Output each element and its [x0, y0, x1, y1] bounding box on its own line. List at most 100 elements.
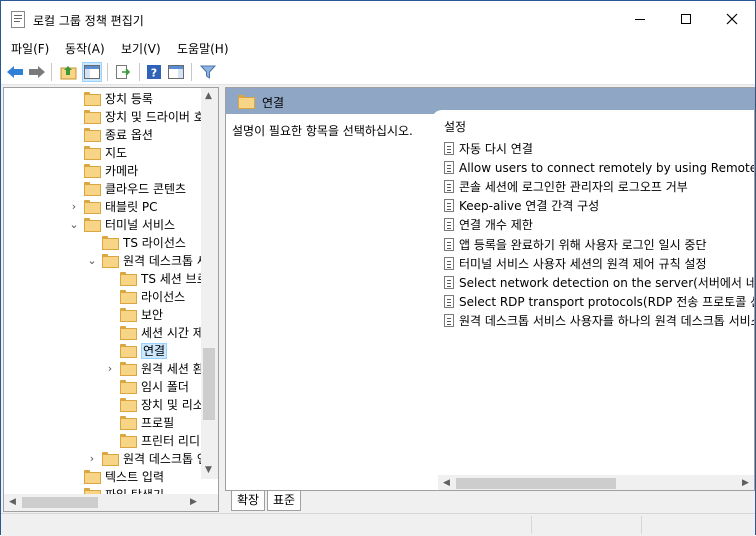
setting-row[interactable]: 연결 개수 제한 [444, 216, 533, 234]
tab-standard[interactable]: 표준 [267, 491, 302, 511]
tree-item-label: 텍스트 입력 [105, 470, 165, 484]
tree-item[interactable]: 연결 [120, 342, 168, 360]
scroll-down-arrow-icon[interactable]: ▼ [205, 465, 212, 475]
forward-arrow-icon [29, 66, 45, 78]
tree-item[interactable]: 보안 [120, 306, 163, 324]
tree-item-label: 연결 [141, 343, 168, 359]
export-list-icon [116, 65, 131, 79]
setting-row[interactable]: Allow users to connect remotely by using… [444, 159, 755, 177]
menu-action[interactable]: 동작(A) [65, 40, 105, 57]
forward-button[interactable] [27, 62, 47, 82]
setting-label: 터미널 서비스 사용자 세션의 원격 제어 규칙 설정 [459, 256, 707, 271]
folder-icon [102, 254, 119, 268]
expand-chevron-icon[interactable]: › [86, 450, 98, 468]
settings-hscroll-thumb[interactable] [456, 478, 616, 489]
tree-item[interactable]: 장치 및 드라이버 호환성 [84, 108, 218, 126]
scroll-left-arrow-icon[interactable]: ◀ [9, 497, 16, 507]
setting-row[interactable]: 자동 다시 연결 [444, 140, 533, 158]
folder-icon [120, 380, 137, 394]
folder-icon [102, 236, 119, 250]
close-button[interactable] [709, 1, 755, 37]
export-list-button[interactable] [113, 62, 133, 82]
help-button[interactable]: ? [144, 62, 164, 82]
setting-label: Allow users to connect remotely by using… [459, 161, 755, 176]
tree-item[interactable]: 텍스트 입력 [84, 468, 164, 486]
close-icon [726, 13, 738, 25]
details-header-title: 연결 [262, 96, 285, 110]
setting-row[interactable]: 앱 등록을 완료하기 위해 사용자 로그인 일시 중단 [444, 236, 707, 254]
svg-text:?: ? [151, 67, 157, 80]
tree-item[interactable]: 지도 [84, 144, 127, 162]
folder-icon [84, 128, 101, 142]
setting-row[interactable]: 터미널 서비스 사용자 세션의 원격 제어 규칙 설정 [444, 255, 707, 273]
tab-extended[interactable]: 확장 [231, 491, 266, 511]
policy-setting-icon [444, 218, 454, 232]
tree-item-label: 클라우드 콘텐츠 [105, 182, 187, 196]
up-folder-button[interactable] [59, 62, 79, 82]
setting-label: 콘솔 세션에 로그인한 관리자의 로그오프 거부 [459, 180, 688, 195]
tree-item[interactable]: ⌄ 터미널 서비스 [69, 216, 175, 234]
minimize-button[interactable] [617, 1, 663, 37]
filter-button[interactable] [198, 62, 218, 82]
menu-view[interactable]: 보기(V) [121, 40, 161, 57]
tree-horizontal-scrollbar[interactable]: ◀ ▶ [4, 494, 218, 511]
toolbar: ? [1, 59, 755, 85]
folder-icon [84, 470, 101, 484]
policy-setting-icon [444, 180, 454, 194]
tree-item-label: 임시 폴더 [141, 380, 189, 394]
settings-horizontal-scrollbar[interactable]: ◀ ▶ [438, 475, 754, 490]
folder-icon [84, 110, 101, 124]
tree-item[interactable]: TS 라이선스 [102, 234, 186, 252]
show-hide-tree-button[interactable] [82, 62, 102, 82]
tree-item[interactable]: › 태블릿 PC [72, 198, 158, 216]
folder-icon [120, 344, 137, 358]
tree-item[interactable]: 클라우드 콘텐츠 [84, 180, 186, 198]
setting-label: Select network detection on the server(서… [459, 275, 754, 290]
status-bar [1, 513, 755, 536]
tree-item-label: 지도 [105, 146, 128, 160]
settings-column-header[interactable]: 설정 [444, 118, 466, 135]
folder-icon [120, 326, 137, 340]
collapse-chevron-icon[interactable]: ⌄ [86, 252, 98, 270]
scroll-right-arrow-icon[interactable]: ▶ [742, 478, 749, 488]
menu-file[interactable]: 파일(F) [11, 40, 49, 57]
tree-item-label: 태블릿 PC [105, 200, 158, 214]
scroll-right-arrow-icon[interactable]: ▶ [190, 497, 197, 507]
policy-setting-icon [444, 294, 454, 308]
tree-item[interactable]: 종료 옵션 [84, 126, 153, 144]
setting-row[interactable]: Keep-alive 연결 간격 구성 [444, 197, 599, 215]
tree-vscroll-thumb[interactable] [203, 348, 215, 420]
policy-tree[interactable]: 장치 등록 장치 및 드라이버 호환성 종료 옵션 지도 카메라 클라우드 콘텐츠 › 태블릿… [3, 87, 219, 512]
setting-label: 앱 등록을 완료하기 위해 사용자 로그인 일시 중단 [459, 237, 707, 252]
tree-item[interactable]: 라이선스 [120, 288, 185, 306]
content-area: 장치 등록 장치 및 드라이버 호환성 종료 옵션 지도 카메라 클라우드 콘텐츠 › 태블릿… [1, 87, 755, 513]
tree-item[interactable]: 임시 폴더 [120, 378, 189, 396]
setting-row[interactable]: 원격 데스크톱 서비스 사용자를 하나의 원격 데스크톱 서비스 세션으로 제한 [444, 312, 754, 330]
setting-row[interactable]: Select RDP transport protocols(RDP 전송 프로… [444, 293, 754, 311]
settings-list: 설정 자동 다시 연결 Allow users to connect remote… [432, 110, 755, 490]
folder-icon [238, 95, 255, 109]
tree-vertical-scrollbar[interactable]: ▲ ▼ [201, 88, 218, 479]
tree-item[interactable]: 프로필 [120, 414, 174, 432]
description-text: 설명이 필요한 항목을 선택하십시오. [232, 124, 413, 138]
maximize-button[interactable] [663, 1, 709, 37]
scroll-up-arrow-icon[interactable]: ▲ [205, 91, 212, 101]
properties-view-button[interactable] [166, 62, 186, 82]
status-divider [531, 516, 532, 534]
tree-item[interactable]: 카메라 [84, 162, 138, 180]
back-button[interactable] [5, 62, 25, 82]
setting-label: 원격 데스크톱 서비스 사용자를 하나의 원격 데스크톱 서비스 세션으로 제한 [459, 313, 754, 328]
menu-help[interactable]: 도움말(H) [177, 40, 229, 57]
tree-item[interactable]: 장치 등록 [84, 90, 153, 108]
tree-item-label: 프로필 [141, 416, 175, 430]
filter-icon [200, 65, 216, 79]
setting-row[interactable]: Select network detection on the server(서… [444, 274, 754, 292]
tree-hscroll-thumb[interactable] [22, 497, 98, 508]
show-hide-tree-icon [84, 65, 100, 79]
expand-chevron-icon[interactable]: › [104, 360, 116, 378]
setting-row[interactable]: 콘솔 세션에 로그인한 관리자의 로그오프 거부 [444, 178, 688, 196]
expand-chevron-icon[interactable]: › [68, 198, 80, 216]
scroll-left-arrow-icon[interactable]: ◀ [443, 478, 450, 488]
up-folder-icon [60, 66, 77, 80]
collapse-chevron-icon[interactable]: ⌄ [68, 216, 80, 234]
